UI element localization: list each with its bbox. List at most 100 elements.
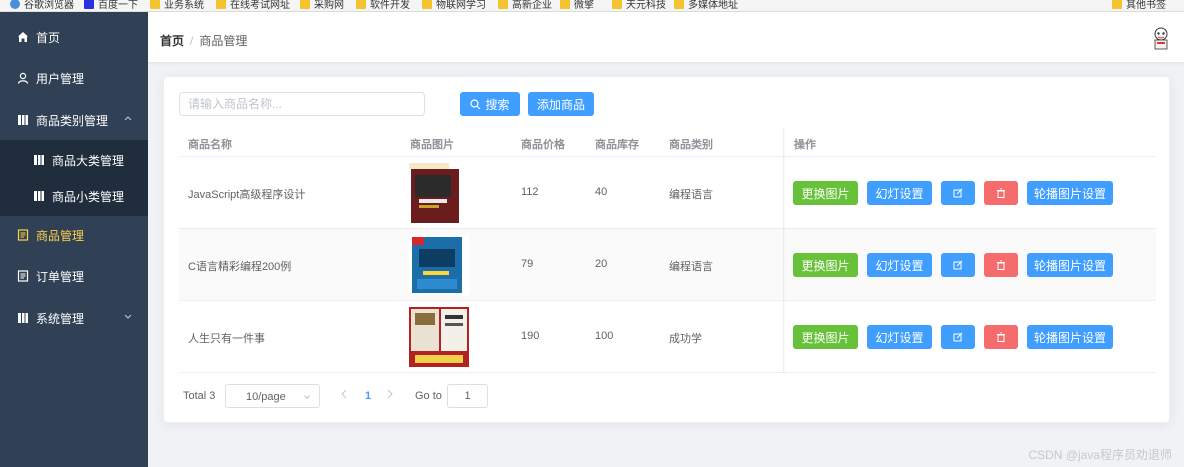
cell-stock: 100 (595, 330, 614, 342)
column-header-image: 商品图片 (410, 139, 454, 151)
breadcrumb-home[interactable]: 首页 (160, 34, 184, 48)
table-row: JavaScript高级程序设计 112 40 编程语言 更换图片 幻灯设置 轮… (179, 157, 1156, 229)
search-icon (470, 98, 481, 109)
table-header: 商品名称 商品图片 商品价格 商品库存 商品类别 操作 (179, 127, 1156, 157)
chevron-left-icon (341, 389, 347, 399)
bookmark-label: 软件开发 (370, 0, 410, 11)
delete-icon (997, 188, 1005, 198)
folder-icon (1112, 0, 1122, 9)
delete-icon (997, 332, 1005, 342)
search-button[interactable]: 搜索 (460, 92, 520, 116)
slide-settings-button[interactable]: 幻灯设置 (867, 181, 932, 205)
main-content: 首页 / 商品管理 搜索 添加商品 商品名称 商品图片 商品价格 商品库存 商品类别… (148, 12, 1184, 467)
bookmark-item[interactable]: 多媒体地址 (674, 0, 738, 11)
delete-button[interactable] (984, 325, 1018, 349)
product-card: 搜索 添加商品 商品名称 商品图片 商品价格 商品库存 商品类别 操作 Java… (163, 76, 1170, 423)
bookmark-item[interactable]: 天元科技 (612, 0, 666, 11)
home-icon (18, 32, 28, 42)
cell-category: 编程语言 (669, 261, 713, 273)
page-size-value: 10/page (246, 391, 286, 403)
watermark: CSDN @java程序员劝退师 (1028, 448, 1172, 462)
chevron-up-icon (124, 116, 132, 121)
change-image-button[interactable]: 更换图片 (793, 181, 858, 205)
sidebar-item-users[interactable]: 用户管理 (0, 58, 148, 98)
bookmark-item[interactable]: 物联网学习 (422, 0, 486, 11)
bookmark-item[interactable]: 高新企业 (498, 0, 552, 11)
carousel-settings-button[interactable]: 轮播图片设置 (1027, 181, 1113, 205)
user-icon (17, 72, 29, 84)
carousel-settings-button[interactable]: 轮播图片设置 (1027, 253, 1113, 277)
bookmark-item[interactable]: 采购网 (300, 0, 344, 11)
sidebar-item-home[interactable]: 首页 (0, 17, 148, 57)
sidebar-item-minor-category[interactable]: 商品小类管理 (0, 176, 148, 216)
breadcrumb: 首页 / 商品管理 (160, 32, 247, 49)
product-image (409, 163, 459, 223)
delete-button[interactable] (984, 253, 1018, 277)
goto-page-input[interactable] (447, 384, 488, 408)
next-page-button[interactable] (387, 389, 393, 402)
prev-page-button[interactable] (341, 389, 347, 402)
bookmark-item[interactable]: 软件开发 (356, 0, 410, 11)
bookmark-item[interactable]: 在线考试网址 (216, 0, 290, 11)
bookmark-icon (10, 0, 20, 9)
edit-button[interactable] (941, 181, 975, 205)
sidebar-item-label: 首页 (36, 30, 61, 45)
settings-icon (18, 313, 28, 323)
add-product-button[interactable]: 添加商品 (528, 92, 594, 116)
cell-price: 79 (521, 258, 534, 270)
search-input[interactable] (179, 92, 425, 116)
folder-icon (356, 0, 366, 9)
sidebar-item-category[interactable]: 商品类别管理 (0, 100, 148, 140)
bookmark-label: 采购网 (314, 0, 344, 11)
edit-button[interactable] (941, 253, 975, 277)
change-image-button[interactable]: 更换图片 (793, 325, 858, 349)
sidebar-item-products[interactable]: 商品管理 (0, 215, 148, 255)
sidebar-item-system[interactable]: 系统管理 (0, 298, 148, 338)
bookmarks-bar: 谷歌浏览器 百度一下 业务系统 在线考试网址 采购网 软件开发 物联网学习 高新… (0, 0, 1184, 12)
edit-button[interactable] (941, 325, 975, 349)
bookmark-item[interactable]: 百度一下 (84, 0, 138, 11)
document-icon (17, 270, 29, 282)
slide-settings-button[interactable]: 幻灯设置 (867, 325, 932, 349)
column-header-actions: 操作 (794, 139, 816, 151)
sidebar-item-label: 用户管理 (36, 71, 85, 86)
pagination: Total 3 10/page 1 Go to (179, 384, 779, 408)
folder-icon (422, 0, 432, 9)
sidebar-item-orders[interactable]: 订单管理 (0, 256, 148, 296)
change-image-button[interactable]: 更换图片 (793, 253, 858, 277)
bookmark-label: 微擎 (574, 0, 594, 11)
page-size-select[interactable]: 10/page (225, 384, 320, 408)
bookmark-item[interactable]: 其他书签 (1112, 0, 1166, 11)
bookmark-label: 在线考试网址 (230, 0, 290, 11)
slide-settings-button[interactable]: 幻灯设置 (867, 253, 932, 277)
folder-icon (150, 0, 160, 9)
sidebar-item-label: 订单管理 (36, 269, 85, 284)
sidebar-item-major-category[interactable]: 商品大类管理 (0, 140, 148, 180)
bookmark-label: 多媒体地址 (688, 0, 738, 11)
edit-icon (953, 332, 963, 342)
bookmark-label: 百度一下 (98, 0, 138, 11)
edit-icon (953, 188, 963, 198)
folder-icon (300, 0, 310, 9)
bookmark-item[interactable]: 微擎 (560, 0, 594, 11)
cell-name: JavaScript高级程序设计 (188, 189, 306, 201)
bookmark-item[interactable]: 谷歌浏览器 (10, 0, 74, 11)
bookmark-label: 高新企业 (512, 0, 552, 11)
bookmark-label: 谷歌浏览器 (24, 0, 74, 11)
sidebar-item-label: 商品小类管理 (52, 189, 125, 204)
bookmark-item[interactable]: 业务系统 (150, 0, 204, 11)
delete-button[interactable] (984, 181, 1018, 205)
page-number-current[interactable]: 1 (365, 390, 371, 402)
sidebar-item-label: 商品管理 (36, 228, 85, 243)
navbar: 首页 / 商品管理 (148, 12, 1184, 62)
carousel-settings-button[interactable]: 轮播图片设置 (1027, 325, 1113, 349)
table-row: 人生只有一件事 190 100 成功学 更换图片 幻灯设置 轮播图片设置 (179, 301, 1156, 373)
bookmark-label: 天元科技 (626, 0, 666, 11)
cell-price: 112 (521, 186, 539, 198)
cell-name: C语言精彩编程200例 (188, 261, 292, 273)
avatar[interactable] (1148, 25, 1174, 51)
folder-icon (674, 0, 684, 9)
folder-icon (498, 0, 508, 9)
search-button-label: 搜索 (485, 97, 510, 112)
delete-icon (997, 260, 1005, 270)
